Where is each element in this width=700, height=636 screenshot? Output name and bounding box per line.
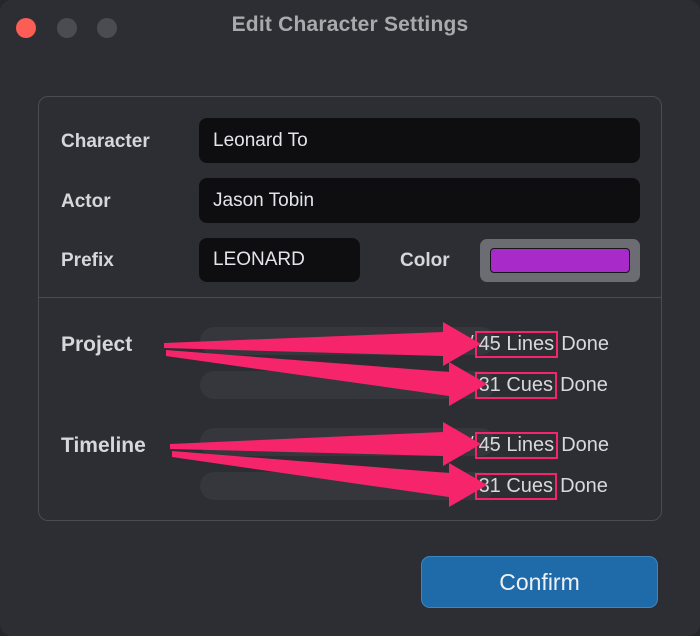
timeline-cues-stat: / 31 Cues Done: [468, 472, 608, 500]
character-input[interactable]: Leonard To: [199, 118, 640, 163]
timeline-cues-value: 31 Cues: [474, 472, 558, 500]
timeline-cues-separator: /: [468, 474, 474, 497]
prefix-input[interactable]: LEONARD: [199, 238, 360, 282]
project-lines-separator: /: [468, 332, 474, 355]
character-label: Character: [61, 131, 150, 152]
prefix-label: Prefix: [61, 250, 114, 271]
project-lines-value: 45 Lines: [474, 330, 559, 358]
color-swatch: [490, 248, 630, 273]
timeline-lines-separator: /: [468, 433, 474, 456]
actor-input[interactable]: Jason Tobin: [199, 178, 640, 223]
confirm-button[interactable]: Confirm: [421, 556, 658, 608]
timeline-lines-progressbar: [200, 428, 495, 456]
color-picker-button[interactable]: [480, 239, 640, 282]
timeline-cues-suffix: Done: [560, 474, 608, 497]
timeline-label: Timeline: [61, 434, 146, 457]
project-cues-stat: / 31 Cues Done: [468, 371, 608, 399]
color-label: Color: [400, 250, 450, 271]
project-cues-value: 31 Cues: [474, 371, 558, 399]
timeline-lines-value: 45 Lines: [474, 431, 559, 459]
timeline-cues-progressbar: [200, 472, 495, 500]
window-title: Edit Character Settings: [231, 13, 469, 36]
project-lines-progressbar: [200, 327, 495, 355]
edit-character-settings-window: Edit Character Settings Character Leonar…: [0, 0, 700, 636]
project-cues-progressbar: [200, 371, 495, 399]
timeline-lines-stat: / 45 Lines Done: [468, 431, 609, 459]
project-label: Project: [61, 333, 133, 356]
project-cues-suffix: Done: [560, 373, 608, 396]
project-lines-suffix: Done: [561, 332, 609, 355]
panel-divider: [38, 297, 662, 298]
actor-label: Actor: [61, 191, 111, 212]
timeline-lines-suffix: Done: [561, 433, 609, 456]
project-lines-stat: / 45 Lines Done: [468, 330, 609, 358]
window-titlebar: Edit Character Settings: [0, 0, 700, 56]
project-cues-separator: /: [468, 373, 474, 396]
